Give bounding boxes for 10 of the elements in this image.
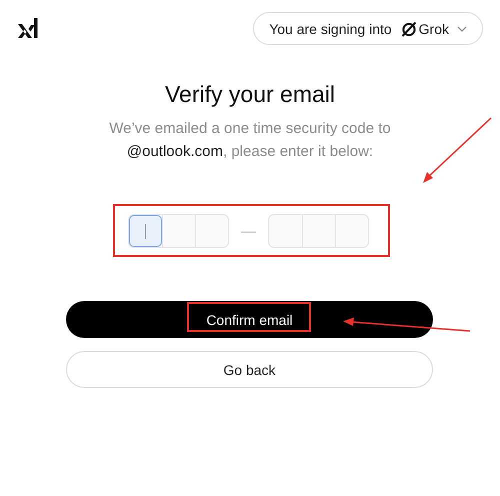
back-button[interactable]: Go back bbox=[66, 351, 433, 388]
grok-icon bbox=[400, 20, 417, 36]
page-title: Verify your email bbox=[164, 80, 336, 109]
app-selector[interactable]: You are signing into Grok bbox=[253, 12, 483, 45]
instruction-text: We’ve emailed a one time security code to @outlook.com, please enter it below: bbox=[108, 119, 392, 162]
logo-icon bbox=[18, 18, 38, 38]
confirm-button[interactable]: Confirm email bbox=[66, 301, 433, 338]
code-digit-field[interactable] bbox=[129, 215, 162, 247]
chevron-down-icon bbox=[457, 26, 467, 32]
separator-dash: — bbox=[241, 222, 256, 240]
